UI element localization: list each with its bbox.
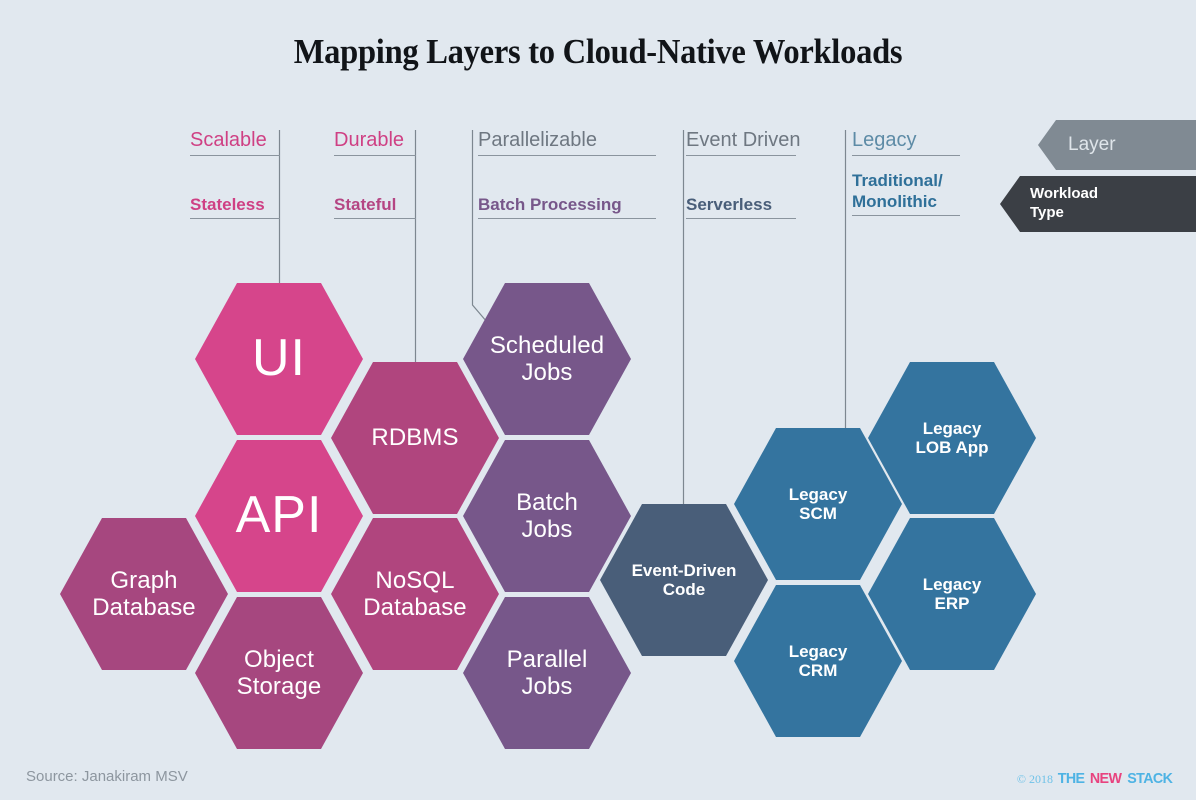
hex-nosql-database[interactable]: NoSQL Database xyxy=(331,518,499,670)
thenewstack-logo[interactable]: © 2018 THE NEW STACK xyxy=(1017,770,1174,787)
hex-label: RDBMS xyxy=(371,424,459,452)
hex-label: Legacy CRM xyxy=(788,641,848,680)
hex-label: Legacy LOB App xyxy=(915,418,989,457)
hex-label: API xyxy=(235,486,323,545)
hex-label: NoSQL Database xyxy=(363,566,467,621)
hex-api[interactable]: API xyxy=(195,440,363,592)
hex-label: Graph Database xyxy=(92,566,196,621)
hex-label: Parallel Jobs xyxy=(506,645,588,700)
hex-label: Legacy ERP xyxy=(922,574,982,613)
logo-stack: STACK xyxy=(1127,770,1174,787)
hex-label: Event-Driven Code xyxy=(631,560,737,599)
hex-scheduled-jobs[interactable]: Scheduled Jobs xyxy=(463,283,631,435)
hex-parallel-jobs[interactable]: Parallel Jobs xyxy=(463,597,631,749)
hex-object-storage[interactable]: Object Storage xyxy=(195,597,363,749)
hex-label: Batch Jobs xyxy=(516,488,578,543)
hex-rdbms[interactable]: RDBMS xyxy=(331,362,499,514)
hex-ui[interactable]: UI xyxy=(195,283,363,435)
hex-event-driven-code[interactable]: Event-Driven Code xyxy=(600,504,768,656)
infographic-canvas: Mapping Layers to Cloud-Native Workloads… xyxy=(0,0,1196,800)
hex-grid: UI API Graph Database Object Storage RDB… xyxy=(0,0,1196,800)
source-credit: Source: Janakiram MSV xyxy=(26,768,188,785)
copyright-text: © 2018 xyxy=(1016,772,1054,786)
logo-new: NEW xyxy=(1090,770,1122,787)
logo-the: THE xyxy=(1057,770,1085,787)
hex-label: Scheduled Jobs xyxy=(489,331,605,386)
hex-batch-jobs[interactable]: Batch Jobs xyxy=(463,440,631,592)
hex-label: UI xyxy=(252,329,306,388)
hex-graph-database[interactable]: Graph Database xyxy=(60,518,228,670)
hex-label: Legacy SCM xyxy=(788,484,848,523)
hex-label: Object Storage xyxy=(236,645,322,700)
